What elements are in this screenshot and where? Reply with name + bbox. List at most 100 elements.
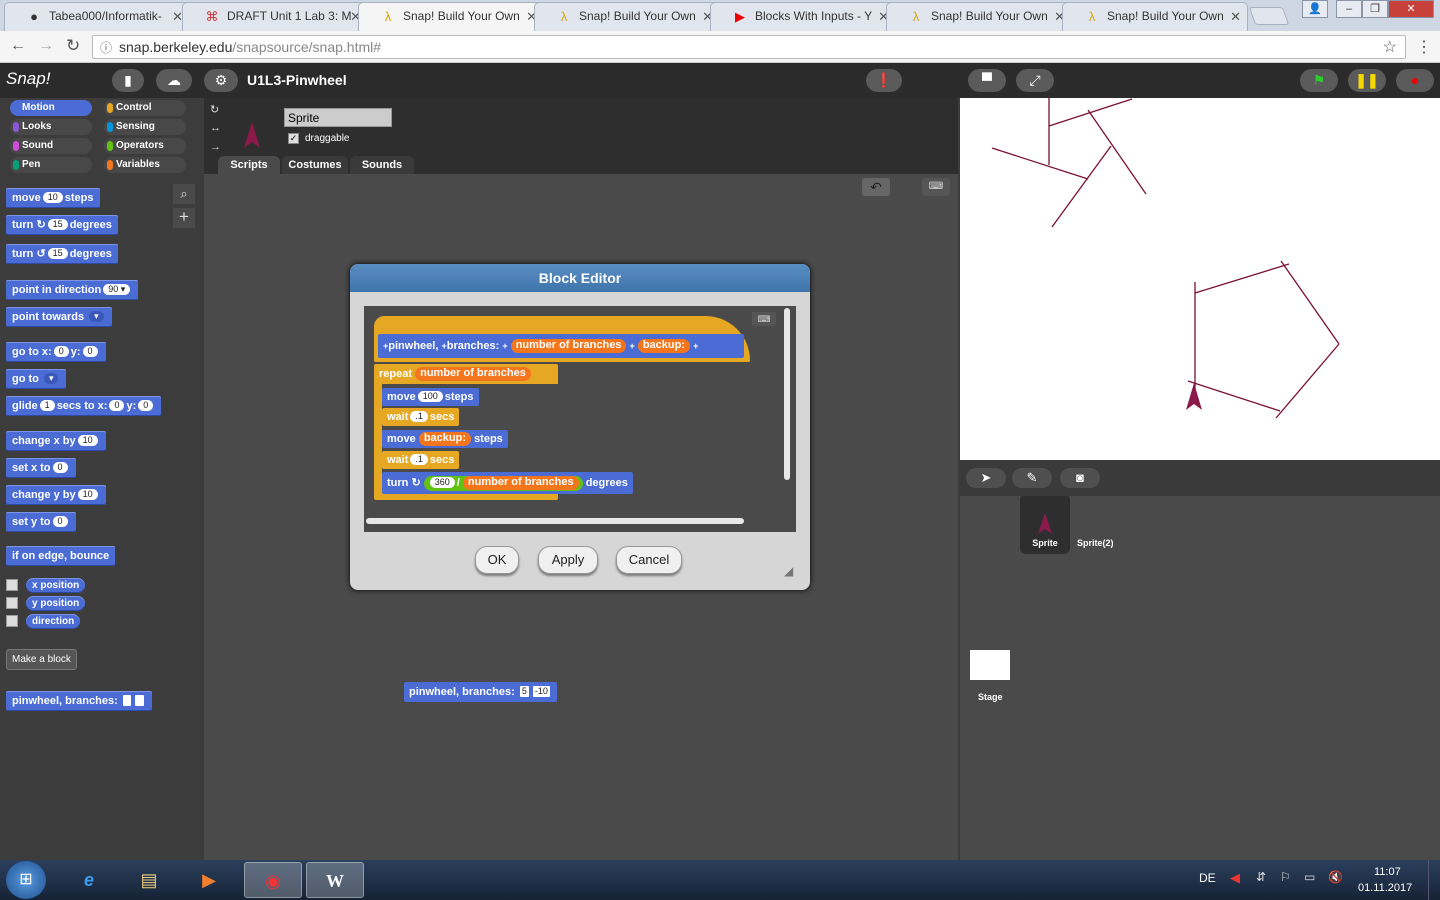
checkbox-x-position[interactable] <box>6 579 18 591</box>
block-pinwheel-custom[interactable]: pinwheel, branches: <box>6 691 152 711</box>
divide-operator[interactable]: 360/ number of branches <box>423 476 583 491</box>
dialog-block-move-backup[interactable]: move backup: steps <box>382 430 508 448</box>
block-glide[interactable]: glide 1 secs to x: 0 y: 0 <box>6 396 162 416</box>
block-set-y[interactable]: set y to 0 <box>6 512 76 532</box>
category-looks[interactable]: Looks <box>10 119 92 135</box>
block-turn-left[interactable]: turn ↺ 15 degrees <box>6 244 118 264</box>
user-icon[interactable]: 👤 <box>1302 0 1328 18</box>
bookmark-star-icon[interactable]: ☆ <box>1383 37 1397 57</box>
clock-date[interactable]: 01.11.2017 <box>1358 882 1412 894</box>
cloud-menu-button[interactable]: ☁ <box>156 69 192 92</box>
draggable-checkbox[interactable]: ✓ <box>288 133 299 144</box>
minimize-button[interactable]: ‒ <box>1336 0 1362 18</box>
green-flag-button[interactable]: ⚑ <box>1300 69 1338 92</box>
ok-button[interactable]: OK <box>475 546 519 574</box>
close-window-button[interactable]: ✕ <box>1388 0 1434 18</box>
internet-explorer-icon[interactable]: e <box>60 862 118 898</box>
presentation-button[interactable]: ⤢ <box>1016 69 1054 92</box>
file-explorer-icon[interactable]: ▤ <box>120 862 178 898</box>
vertical-scrollbar[interactable] <box>784 308 790 480</box>
script-pinwheel-block[interactable]: pinwheel, branches: 5 -10 <box>404 682 557 702</box>
category-motion[interactable]: Motion <box>10 100 92 116</box>
block-go-to[interactable]: go to ▾ <box>6 369 67 389</box>
snap-logo[interactable]: Snap! <box>6 69 50 89</box>
tab-costumes[interactable]: Costumes <box>282 156 348 174</box>
browser-tab-youtube[interactable]: ▶ Blocks With Inputs - Y ✕ <box>710 2 896 31</box>
forward-icon[interactable]: → <box>38 37 54 55</box>
dialog-block-turn[interactable]: turn ↻ 360/ number of branches degrees <box>382 472 633 494</box>
undo-icon[interactable]: ↶ <box>862 178 890 196</box>
pause-button[interactable]: ❚❚ <box>1348 69 1386 92</box>
block-if-on-edge-bounce[interactable]: if on edge, bounce <box>6 546 116 566</box>
dialog-block-wait-2[interactable]: wait .1 secs <box>382 451 460 469</box>
category-variables[interactable]: Variables <box>104 157 186 173</box>
stop-button[interactable]: ● <box>1396 69 1434 92</box>
start-button[interactable]: ⊞ <box>6 861 46 899</box>
network-icon[interactable]: ⇵ <box>1256 870 1266 884</box>
paint-new-sprite-button[interactable]: ✎ <box>1012 468 1052 488</box>
browser-tab-snap-2[interactable]: λ Snap! Build Your Own ✕ <box>534 2 720 31</box>
volume-muted-icon[interactable]: 🔇 <box>1328 870 1343 884</box>
category-pen[interactable]: Pen <box>10 157 92 173</box>
param-backup[interactable]: backup: <box>637 339 691 353</box>
close-tab-icon[interactable]: ✕ <box>1230 9 1241 25</box>
action-center-icon[interactable]: ⚐ <box>1280 870 1291 884</box>
rotate-lr-icon[interactable]: ↔ <box>210 122 221 134</box>
new-tab-button[interactable] <box>1248 7 1290 25</box>
checkbox-y-position[interactable] <box>6 597 18 609</box>
normal-stage-button[interactable]: ▀ <box>968 69 1006 92</box>
category-control[interactable]: Control <box>104 100 186 116</box>
stage[interactable] <box>960 98 1440 460</box>
rotate-free-icon[interactable]: ↻ <box>210 103 219 116</box>
category-sensing[interactable]: Sensing <box>104 119 186 135</box>
file-menu-button[interactable]: ▮ <box>112 69 144 92</box>
checkbox-direction[interactable] <box>6 615 18 627</box>
tab-sounds[interactable]: Sounds <box>350 156 414 174</box>
branches-input[interactable]: 5 <box>519 686 529 697</box>
show-desktop-button[interactable] <box>1428 860 1440 900</box>
block-point-in-direction[interactable]: point in direction 90 ▾ <box>6 280 139 300</box>
apply-button[interactable]: Apply <box>538 546 598 574</box>
block-definition-area[interactable]: ⌨ +pinwheel, +branches: + number of bran… <box>364 306 796 532</box>
clock-time[interactable]: 11:07 <box>1374 866 1401 878</box>
make-block-plus-icon[interactable]: + <box>173 208 195 228</box>
info-icon[interactable]: ⓘ <box>100 39 112 56</box>
browser-tab-github[interactable]: ● Tabea000/Informatik- ✕ <box>4 2 190 31</box>
block-set-x[interactable]: set x to 0 <box>6 458 76 478</box>
keyboard-icon[interactable]: ⌨ <box>922 178 950 196</box>
make-a-block-button[interactable]: Make a block <box>6 649 77 670</box>
reload-icon[interactable]: ↻ <box>66 36 80 56</box>
resize-handle-icon[interactable]: ◢ <box>784 564 793 578</box>
sprite-name-input[interactable] <box>284 108 392 127</box>
display-icon[interactable]: ▭ <box>1304 870 1315 884</box>
block-change-y[interactable]: change y by 10 <box>6 485 106 505</box>
dialog-block-move[interactable]: move 100 steps <box>382 388 479 406</box>
word-icon[interactable]: W <box>306 862 364 898</box>
back-icon[interactable]: ← <box>10 37 26 55</box>
horizontal-scrollbar[interactable] <box>366 518 744 524</box>
media-player-icon[interactable]: ▶ <box>180 862 238 898</box>
restore-button[interactable]: ❐ <box>1362 0 1388 18</box>
dialog-block-wait[interactable]: wait .1 secs <box>382 408 460 426</box>
block-move[interactable]: move 10 steps <box>6 188 100 208</box>
camera-sprite-button[interactable]: ◙ <box>1060 468 1100 488</box>
browser-tab-draft[interactable]: ⌘ DRAFT Unit 1 Lab 3: M ✕ <box>182 2 368 31</box>
reporter-direction[interactable]: direction <box>26 614 81 629</box>
browser-tab-snap-active[interactable]: λ Snap! Build Your Own ✕ <box>358 2 544 31</box>
repeat-count-var[interactable]: number of branches <box>415 367 531 381</box>
settings-button[interactable]: ⚙ <box>204 69 238 92</box>
language-indicator[interactable]: DE <box>1199 871 1216 885</box>
tab-scripts[interactable]: Scripts <box>218 156 280 174</box>
block-turn-right[interactable]: turn ↻ 15 degrees <box>6 215 118 235</box>
param-number-of-branches[interactable]: number of branches <box>510 339 627 353</box>
block-change-x[interactable]: change x by 10 <box>6 431 106 451</box>
search-icon[interactable]: ⌕ <box>173 184 195 204</box>
sprite2-label[interactable]: Sprite(2) <box>1077 538 1114 548</box>
block-point-towards[interactable]: point towards ▾ <box>6 307 112 327</box>
dialog-title[interactable]: Block Editor <box>350 264 810 292</box>
no-rotate-icon[interactable]: → <box>210 141 221 153</box>
browser-menu-icon[interactable]: ⋮ <box>1416 37 1432 57</box>
category-operators[interactable]: Operators <box>104 138 186 154</box>
stage-size-toggle[interactable]: ❗ <box>866 69 902 92</box>
sprite-thumbnail-selected[interactable]: Sprite <box>1020 494 1070 554</box>
